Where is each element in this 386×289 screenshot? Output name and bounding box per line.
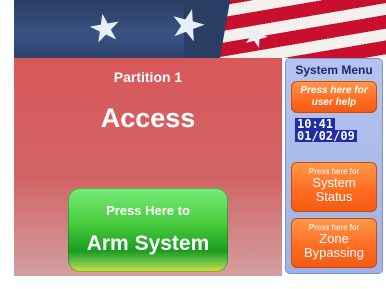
- help-button-line2: user help: [311, 97, 357, 108]
- system-status-button[interactable]: Press here for System Status: [291, 162, 377, 212]
- status-button-caption: Press here for: [308, 167, 360, 176]
- partition-label: Partition 1: [113, 69, 183, 85]
- status-button-line2: Status: [315, 189, 353, 204]
- arm-system-button[interactable]: Press Here to Arm System: [68, 188, 228, 272]
- system-menu: System Menu Press here for user help 10:…: [285, 58, 383, 274]
- keypad-screen: ★ ★ ★ Partition 1 Access Press Here to A…: [0, 0, 386, 289]
- flag-banner: ★ ★ ★: [14, 0, 386, 58]
- partition-panel: Partition 1 Access Press Here to Arm Sys…: [14, 58, 282, 276]
- arm-button-label: Arm System: [86, 232, 210, 255]
- star-icon: ★: [84, 5, 126, 53]
- status-button-line1: System: [312, 175, 356, 190]
- clock-display: 10:41 01/02/09: [295, 118, 375, 142]
- zone-bypassing-button[interactable]: Press here for Zone Bypassing: [291, 218, 377, 268]
- help-button-line1: Press here for: [300, 85, 368, 96]
- arm-button-caption: Press Here to: [106, 203, 190, 218]
- system-menu-title: System Menu: [295, 63, 373, 77]
- zone-button-caption: Press here for: [308, 223, 360, 232]
- clock-date: 01/02/09: [295, 129, 357, 143]
- zone-button-line1: Zone: [319, 231, 349, 246]
- zone-button-line2: Bypassing: [304, 245, 364, 260]
- access-status: Access: [100, 103, 196, 133]
- user-help-button[interactable]: Press here for user help: [291, 81, 377, 113]
